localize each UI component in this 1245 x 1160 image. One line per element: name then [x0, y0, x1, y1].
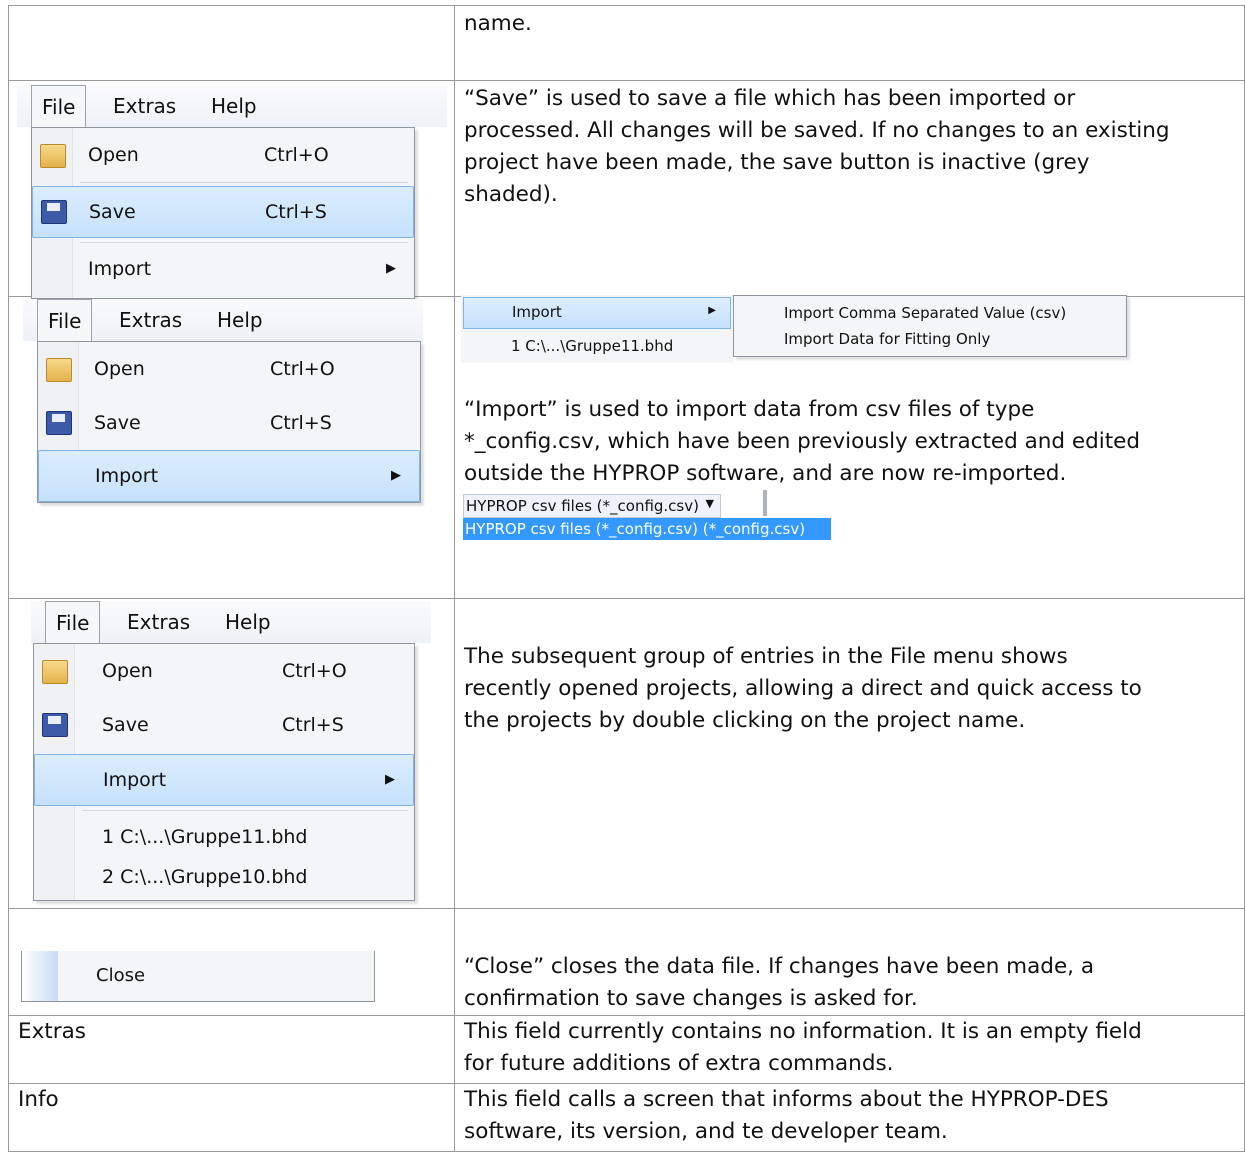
menu-item-open[interactable]: Open Ctrl+O	[32, 130, 414, 180]
row-description: “Close” closes the data file. If changes…	[464, 954, 1095, 1011]
row-left-cell	[8, 5, 455, 81]
table-row: File Extras Help Open Ctrl+O Save Ctrl+S	[8, 598, 1245, 909]
row-label: Extras	[18, 1019, 86, 1044]
file-menu-table: name. File Extras Help Open Ctrl+O Save …	[8, 5, 1245, 1152]
table-row: Extras This field currently contains no …	[8, 1015, 1245, 1084]
menu-item-save[interactable]: Save Ctrl+S	[32, 186, 414, 238]
row-left-cell: Extras	[8, 1015, 455, 1084]
menu-item-import-csv[interactable]: Import Comma Separated Value (csv)	[784, 304, 1066, 322]
floppy-disk-icon	[46, 411, 72, 435]
import-menu-screenshot: File Extras Help Open Ctrl+O Save Ctrl+S	[23, 299, 423, 505]
menu-item-open[interactable]: Open Ctrl+O	[38, 344, 420, 394]
triangle-right-icon: ▶	[708, 305, 716, 316]
row-right-cell: Import ▶ 1 C:\...\Gruppe11.bhd Import Co…	[454, 295, 1245, 599]
menu-item-import[interactable]: Import ▶	[38, 450, 420, 502]
menu-file[interactable]: File	[37, 299, 93, 342]
triangle-down-icon: ▼	[705, 497, 714, 510]
import-submenu-screenshot: Import ▶ 1 C:\...\Gruppe11.bhd Import Co…	[461, 295, 1133, 363]
file-type-screenshot: HYPROP csv files (*_config.csv) ▼ HYPROP…	[463, 490, 843, 540]
file-dropdown: Open Ctrl+O Save Ctrl+S Import ▶	[31, 127, 415, 299]
menu-extras[interactable]: Extras	[127, 601, 190, 643]
file-type-select[interactable]: HYPROP csv files (*_config.csv) ▼	[463, 494, 721, 518]
menu-file[interactable]: File	[45, 601, 101, 644]
menu-help[interactable]: Help	[225, 601, 271, 643]
menu-item-close[interactable]: Close	[96, 965, 145, 986]
menu-help[interactable]: Help	[211, 85, 257, 127]
folder-open-icon	[46, 358, 72, 382]
table-row: Info This field calls a screen that info…	[8, 1083, 1245, 1152]
document-page: name. File Extras Help Open Ctrl+O Save …	[0, 0, 1245, 1160]
file-type-option[interactable]: HYPROP csv files (*_config.csv) (*_confi…	[463, 518, 831, 540]
menu-help[interactable]: Help	[217, 299, 263, 341]
row-right-cell: This field currently contains no informa…	[454, 1015, 1245, 1084]
menu-item-save[interactable]: Save Ctrl+S	[34, 700, 414, 750]
recent-projects-screenshot: File Extras Help Open Ctrl+O Save Ctrl+S	[31, 601, 431, 905]
row-right-cell: The subsequent group of entries in the F…	[454, 598, 1245, 909]
row-description: “Import” is used to import data from csv…	[464, 397, 1141, 486]
table-row: name.	[8, 5, 1245, 81]
row-description: name.	[464, 11, 532, 36]
menu-item-open[interactable]: Open Ctrl+O	[34, 646, 414, 696]
row-left-cell: File Extras Help Open Ctrl+O Save Ctrl+S	[8, 598, 455, 909]
table-row: Close “Close” closes the data file. If c…	[8, 908, 1245, 1016]
row-right-cell: “Save” is used to save a file which has …	[454, 80, 1245, 297]
row-description: This field currently contains no informa…	[464, 1019, 1142, 1076]
file-dropdown: Open Ctrl+O Save Ctrl+S Import ▶ 1 C:\..…	[33, 643, 415, 901]
menu-item-recent-2[interactable]: 2 C:\...\Gruppe10.bhd	[34, 852, 414, 902]
triangle-right-icon: ▶	[391, 468, 401, 483]
table-row: File Extras Help Open Ctrl+O Save Ctrl+S	[8, 295, 1245, 599]
folder-open-icon	[42, 660, 68, 684]
row-right-cell: name.	[454, 5, 1245, 81]
row-left-cell: File Extras Help Open Ctrl+O Save Ctrl+S	[8, 296, 455, 599]
row-description: The subsequent group of entries in the F…	[464, 644, 1142, 733]
row-right-cell: This field calls a screen that informs a…	[454, 1083, 1245, 1152]
table-row: File Extras Help Open Ctrl+O Save Ctrl+S	[8, 80, 1245, 299]
menu-item-import[interactable]: Import ▶	[32, 244, 414, 294]
menu-item-save[interactable]: Save Ctrl+S	[38, 398, 420, 448]
row-description: This field calls a screen that informs a…	[464, 1087, 1109, 1144]
menu-item-import-fitting[interactable]: Import Data for Fitting Only	[784, 330, 990, 348]
floppy-disk-icon	[41, 200, 67, 224]
floppy-disk-icon	[42, 713, 68, 737]
row-label: Info	[18, 1087, 59, 1112]
save-menu-screenshot: File Extras Help Open Ctrl+O Save Ctrl+S	[17, 85, 447, 299]
submenu-parent-import[interactable]: Import ▶	[463, 297, 731, 329]
recent-file-item[interactable]: 1 C:\...\Gruppe11.bhd	[511, 337, 673, 355]
import-submenu: Import Comma Separated Value (csv) Impor…	[733, 295, 1127, 357]
row-left-cell: Close	[8, 908, 455, 1016]
menu-file[interactable]: File	[31, 85, 87, 128]
close-menu-screenshot: Close	[21, 951, 385, 1005]
menu-item-import[interactable]: Import ▶	[34, 754, 414, 806]
row-right-cell: “Close” closes the data file. If changes…	[454, 908, 1245, 1016]
row-left-cell: File Extras Help Open Ctrl+O Save Ctrl+S	[8, 80, 455, 299]
file-dropdown: Open Ctrl+O Save Ctrl+S Import ▶	[37, 341, 421, 503]
menu-extras[interactable]: Extras	[119, 299, 182, 341]
row-description: “Save” is used to save a file which has …	[464, 86, 1170, 207]
row-left-cell: Info	[8, 1083, 455, 1152]
menu-extras[interactable]: Extras	[113, 85, 176, 127]
triangle-right-icon: ▶	[385, 772, 395, 787]
folder-open-icon	[40, 144, 66, 168]
triangle-right-icon: ▶	[386, 261, 396, 276]
